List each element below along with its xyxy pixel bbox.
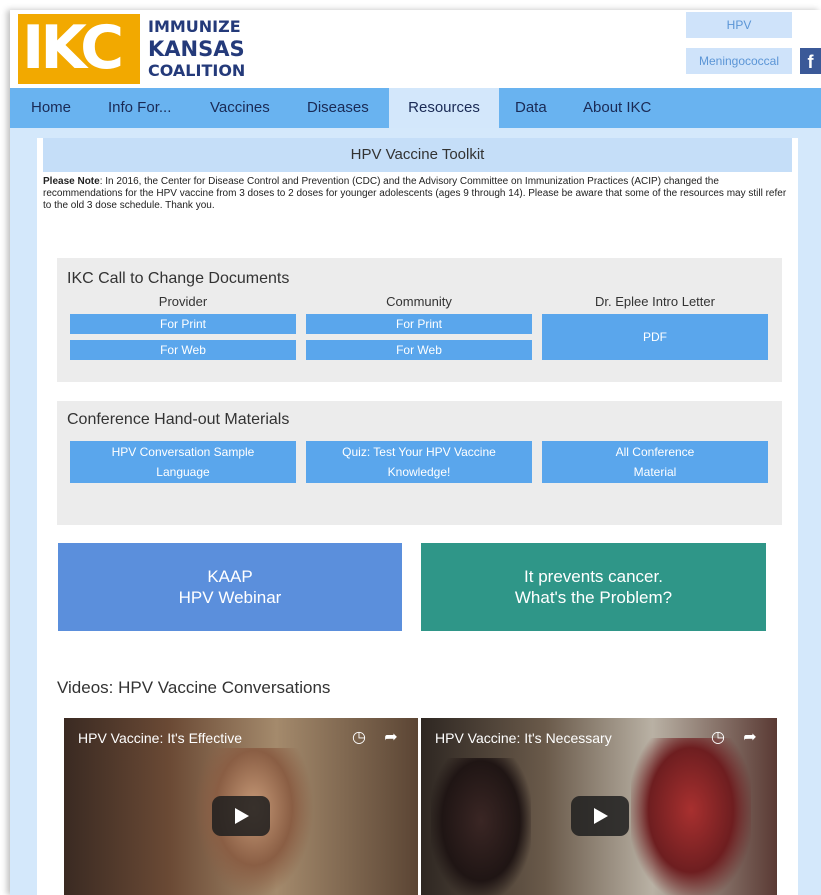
provider-heading: Provider xyxy=(158,294,208,309)
promo-line-1: KAAP xyxy=(207,567,253,586)
logo-line-3: COALITION xyxy=(148,61,246,80)
video-player-necessary[interactable]: HPV Vaccine: It's Necessary ◷ ➦ xyxy=(421,718,777,895)
facebook-icon[interactable]: f xyxy=(800,48,821,74)
conference-title: Conference Hand-out Materials xyxy=(67,411,290,428)
community-for-web-button[interactable]: For Web xyxy=(306,340,532,360)
hpv-quiz-button[interactable]: Quiz: Test Your HPV Vaccine Knowledge! xyxy=(306,441,532,483)
video-thumbnail-figure-right xyxy=(631,738,751,895)
video-thumbnail-figure-left xyxy=(431,758,531,895)
quick-link-meningococcal[interactable]: Meningococcal xyxy=(686,48,792,74)
provider-for-web-button[interactable]: For Web xyxy=(70,340,296,360)
logo-line-1: IMMUNIZE xyxy=(148,17,241,36)
promo-line-2: HPV Webinar xyxy=(178,588,282,607)
main-nav: Home Info For... Vaccines Diseases Resou… xyxy=(10,88,821,128)
kaap-webinar-button[interactable]: KAAP HPV Webinar xyxy=(58,543,402,631)
video-title: HPV Vaccine: It's Necessary xyxy=(435,730,612,746)
nav-item-diseases[interactable]: Diseases xyxy=(307,88,369,128)
share-icon[interactable]: ➦ xyxy=(382,728,400,746)
prevents-cancer-button[interactable]: It prevents cancer. What's the Problem? xyxy=(421,543,766,631)
main-content: HPV Vaccine Toolkit Please Note: In 2016… xyxy=(37,138,798,895)
logo-mark: IKC xyxy=(18,14,140,84)
videos-heading: Videos: HPV Vaccine Conversations xyxy=(57,678,331,697)
all-conference-material-button[interactable]: All Conference Material xyxy=(542,441,768,483)
provider-for-print-button[interactable]: For Print xyxy=(70,314,296,334)
note-text: : In 2016, the Center for Disease Contro… xyxy=(43,176,787,211)
call-to-change-panel: IKC Call to Change Documents Provider Co… xyxy=(57,258,782,382)
recommendation-note: Please Note: In 2016, the Center for Dis… xyxy=(43,176,795,212)
button-line-2: Language xyxy=(156,465,210,479)
nav-item-about-ikc[interactable]: About IKC xyxy=(583,88,651,128)
page-title: HPV Vaccine Toolkit xyxy=(43,138,792,172)
logo-letters: IKC xyxy=(22,13,124,83)
quick-link-hpv[interactable]: HPV xyxy=(686,12,792,38)
logo-line-2: KANSAS xyxy=(148,37,245,61)
button-line-1: All Conference xyxy=(615,445,695,459)
clock-icon[interactable]: ◷ xyxy=(350,728,368,746)
logo-wordmark: IMMUNIZE KANSAS COALITION xyxy=(148,16,245,82)
eplee-letter-heading: Dr. Eplee Intro Letter xyxy=(595,294,715,309)
nav-item-resources[interactable]: Resources xyxy=(389,88,499,128)
share-icon[interactable]: ➦ xyxy=(741,728,759,746)
button-line-1: HPV Conversation Sample xyxy=(111,445,255,459)
page: IKC IMMUNIZE KANSAS COALITION HPV Mening… xyxy=(10,10,821,895)
button-line-2: Knowledge! xyxy=(387,465,451,479)
nav-item-info-for[interactable]: Info For... xyxy=(108,88,171,128)
nav-item-vaccines[interactable]: Vaccines xyxy=(210,88,270,128)
video-title: HPV Vaccine: It's Effective xyxy=(78,730,243,746)
ikc-logo[interactable]: IKC IMMUNIZE KANSAS COALITION xyxy=(18,14,254,90)
nav-item-home[interactable]: Home xyxy=(31,88,71,128)
call-to-change-title: IKC Call to Change Documents xyxy=(67,270,290,287)
note-label: Please Note xyxy=(43,176,100,187)
clock-icon[interactable]: ◷ xyxy=(709,728,727,746)
promo-line-2: What's the Problem? xyxy=(514,588,673,607)
play-icon[interactable] xyxy=(212,796,270,836)
button-line-1: Quiz: Test Your HPV Vaccine xyxy=(342,445,496,459)
play-icon[interactable] xyxy=(571,796,629,836)
hpv-conversation-sample-button[interactable]: HPV Conversation Sample Language xyxy=(70,441,296,483)
nav-item-data[interactable]: Data xyxy=(515,88,547,128)
community-for-print-button[interactable]: For Print xyxy=(306,314,532,334)
conference-panel: Conference Hand-out Materials HPV Conver… xyxy=(57,401,782,525)
eplee-pdf-button[interactable]: PDF xyxy=(542,314,768,360)
promo-line-1: It prevents cancer. xyxy=(524,567,663,586)
community-heading: Community xyxy=(386,294,452,309)
button-line-2: Material xyxy=(633,465,677,479)
video-player-effective[interactable]: HPV Vaccine: It's Effective ◷ ➦ xyxy=(64,718,418,895)
